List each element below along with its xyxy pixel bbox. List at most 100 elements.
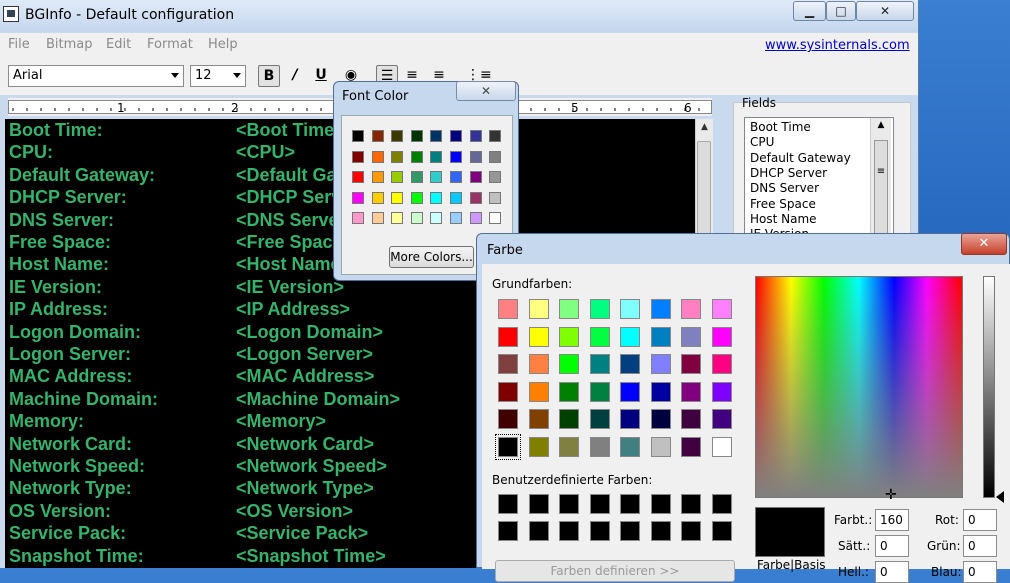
basic-color-swatch[interactable] xyxy=(559,299,579,319)
color-swatch[interactable] xyxy=(352,212,364,224)
custom-color-swatch[interactable] xyxy=(559,494,579,514)
color-swatch[interactable] xyxy=(410,171,423,183)
fields-list-item[interactable]: CPU xyxy=(750,135,774,149)
custom-color-swatch[interactable] xyxy=(650,494,671,514)
custom-color-swatch[interactable] xyxy=(589,494,610,514)
font-name-combo[interactable]: Arial xyxy=(8,65,184,87)
menu-file[interactable]: File xyxy=(8,37,30,52)
basic-color-swatch[interactable] xyxy=(620,299,640,319)
color-swatch[interactable] xyxy=(489,130,502,142)
color-swatch[interactable] xyxy=(391,130,404,142)
color-swatch[interactable] xyxy=(489,212,502,224)
color-swatch[interactable] xyxy=(489,191,502,204)
color-swatch[interactable] xyxy=(430,171,443,183)
basic-color-swatch[interactable] xyxy=(681,326,701,347)
color-swatch[interactable] xyxy=(430,130,443,142)
basic-color-swatch[interactable] xyxy=(620,436,640,457)
color-swatch[interactable] xyxy=(469,150,482,163)
basic-color-swatch[interactable] xyxy=(559,326,579,347)
saturation-input[interactable]: 0 xyxy=(875,535,909,557)
basic-color-swatch[interactable] xyxy=(589,381,610,402)
basic-color-swatch[interactable] xyxy=(711,354,732,374)
color-swatch[interactable] xyxy=(410,191,423,204)
custom-color-swatch[interactable] xyxy=(559,521,579,541)
color-swatch[interactable] xyxy=(489,171,502,183)
basic-color-swatch[interactable] xyxy=(681,299,701,319)
color-swatch[interactable] xyxy=(410,212,423,224)
basic-color-swatch[interactable] xyxy=(559,436,579,457)
color-swatch[interactable] xyxy=(391,191,404,204)
maximize-button[interactable]: □ xyxy=(826,1,856,21)
basic-color-swatch[interactable] xyxy=(589,436,610,457)
fields-list-item[interactable]: DHCP Server xyxy=(750,166,827,180)
font-color-close-button[interactable]: ✕ xyxy=(456,81,516,101)
custom-color-swatch[interactable] xyxy=(498,494,518,514)
basic-color-swatch[interactable] xyxy=(528,299,549,319)
basic-color-swatch[interactable] xyxy=(620,326,640,347)
basic-color-swatch[interactable] xyxy=(711,299,732,319)
color-swatch[interactable] xyxy=(469,191,482,204)
basic-color-swatch[interactable] xyxy=(650,436,671,457)
basic-color-swatch[interactable] xyxy=(650,326,671,347)
green-input[interactable]: 0 xyxy=(963,535,997,557)
italic-button[interactable]: / xyxy=(284,65,306,87)
custom-color-swatch[interactable] xyxy=(589,521,610,541)
basic-color-swatch[interactable] xyxy=(681,354,701,374)
basic-color-swatch[interactable] xyxy=(681,436,701,457)
menu-format[interactable]: Format xyxy=(147,37,193,52)
menu-help[interactable]: Help xyxy=(208,37,238,52)
basic-color-swatch[interactable] xyxy=(528,326,549,347)
font-size-combo[interactable]: 12 xyxy=(190,65,246,87)
basic-color-swatch[interactable] xyxy=(495,433,521,460)
crosshair-icon[interactable]: ✛ xyxy=(885,488,897,502)
color-swatch[interactable] xyxy=(352,130,364,142)
basic-color-swatch[interactable] xyxy=(589,354,610,374)
color-swatch[interactable] xyxy=(469,130,482,142)
color-swatch[interactable] xyxy=(352,150,364,163)
fields-list-item[interactable]: Default Gateway xyxy=(750,151,851,165)
color-swatch[interactable] xyxy=(371,130,384,142)
basic-color-swatch[interactable] xyxy=(681,381,701,402)
close-button[interactable]: ✕ xyxy=(856,1,914,21)
basic-color-swatch[interactable] xyxy=(498,409,518,429)
color-swatch[interactable] xyxy=(450,150,462,163)
bold-button[interactable]: B xyxy=(258,65,280,87)
color-swatch[interactable] xyxy=(450,171,462,183)
fields-list-item[interactable]: Boot Time xyxy=(750,120,811,134)
basic-color-swatch[interactable] xyxy=(498,354,518,374)
basic-color-swatch[interactable] xyxy=(711,326,732,347)
basic-color-swatch[interactable] xyxy=(559,354,579,374)
custom-color-swatch[interactable] xyxy=(681,494,701,514)
color-swatch[interactable] xyxy=(469,212,482,224)
color-swatch[interactable] xyxy=(430,191,443,204)
color-swatch[interactable] xyxy=(410,130,423,142)
color-swatch[interactable] xyxy=(352,171,364,183)
basic-color-swatch[interactable] xyxy=(650,409,671,429)
color-swatch[interactable] xyxy=(450,130,462,142)
color-swatch[interactable] xyxy=(391,171,404,183)
color-swatch[interactable] xyxy=(371,171,384,183)
color-swatch[interactable] xyxy=(430,150,443,163)
basic-color-swatch[interactable] xyxy=(498,381,518,402)
basic-color-swatch[interactable] xyxy=(528,409,549,429)
basic-color-swatch[interactable] xyxy=(528,381,549,402)
color-swatch[interactable] xyxy=(391,212,404,224)
color-swatch[interactable] xyxy=(371,150,384,163)
fields-list-item[interactable]: DNS Server xyxy=(750,181,819,195)
basic-color-swatch[interactable] xyxy=(498,326,518,347)
custom-color-swatch[interactable] xyxy=(620,521,640,541)
custom-color-swatch[interactable] xyxy=(711,521,732,541)
scroll-up-icon[interactable]: ▲ xyxy=(871,120,891,130)
color-swatch[interactable] xyxy=(450,212,462,224)
basic-color-swatch[interactable] xyxy=(711,436,732,457)
color-swatch[interactable] xyxy=(489,150,502,163)
minimize-button[interactable]: ▁ xyxy=(793,1,826,21)
basic-color-swatch[interactable] xyxy=(559,381,579,402)
more-colors-button[interactable]: More Colors... xyxy=(389,246,474,268)
basic-color-swatch[interactable] xyxy=(559,409,579,429)
color-swatch[interactable] xyxy=(430,212,443,224)
scroll-up-icon[interactable]: ▲ xyxy=(696,119,713,136)
underline-button[interactable]: U xyxy=(310,65,332,87)
basic-color-swatch[interactable] xyxy=(620,381,640,402)
red-input[interactable]: 0 xyxy=(963,509,997,531)
